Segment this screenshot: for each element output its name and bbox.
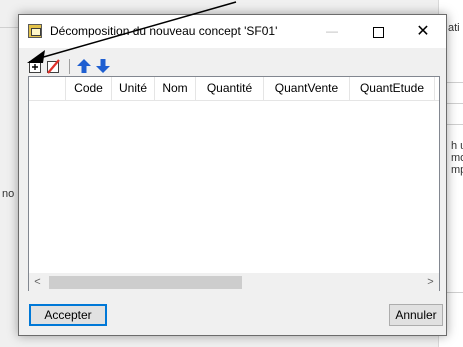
background-text: mo (451, 152, 463, 164)
delete-row-button[interactable] (45, 58, 61, 74)
column-header-code[interactable]: Code (66, 77, 112, 100)
delete-icon (47, 59, 60, 74)
grid-header: Code Unité Nom Quantité QuantVente Quant… (29, 77, 439, 101)
maximize-icon (372, 26, 384, 38)
background-text: no (2, 188, 15, 200)
cancel-button[interactable]: Annuler (389, 304, 443, 326)
scroll-right-button[interactable]: > (422, 274, 439, 291)
add-row-button[interactable] (28, 58, 44, 74)
minimize-button[interactable]: — (309, 15, 355, 48)
maximize-button[interactable] (355, 15, 401, 48)
column-header-quantetude[interactable]: QuantEtude (350, 77, 435, 100)
background-text: h u (451, 140, 463, 152)
horizontal-scrollbar[interactable]: < > (29, 273, 439, 291)
background-text: mp (451, 164, 463, 176)
decomposition-dialog: Décomposition du nouveau concept 'SF01' … (18, 14, 447, 336)
add-icon (29, 61, 41, 73)
accept-button[interactable]: Accepter (29, 304, 107, 326)
column-header-unite[interactable]: Unité (112, 77, 155, 100)
column-header-quantvente[interactable]: QuantVente (264, 77, 350, 100)
dialog-title: Décomposition du nouveau concept 'SF01' (50, 24, 278, 38)
column-header-nom[interactable]: Nom (155, 77, 196, 100)
move-up-icon (77, 59, 91, 73)
components-grid[interactable]: Code Unité Nom Quantité QuantVente Quant… (28, 76, 440, 291)
column-header-quantite[interactable]: Quantité (196, 77, 264, 100)
toolbar-separator (69, 59, 70, 74)
scrollbar-thumb[interactable] (49, 276, 242, 289)
scroll-left-button[interactable]: < (29, 274, 46, 291)
background-text: ati (448, 22, 460, 34)
row-header-column (29, 77, 66, 100)
title-bar[interactable]: Décomposition du nouveau concept 'SF01' … (19, 15, 446, 48)
move-up-button[interactable] (76, 58, 92, 74)
app-icon (28, 24, 42, 38)
close-button[interactable]: ✕ (400, 15, 446, 48)
move-down-icon (96, 59, 110, 73)
move-down-button[interactable] (95, 58, 111, 74)
